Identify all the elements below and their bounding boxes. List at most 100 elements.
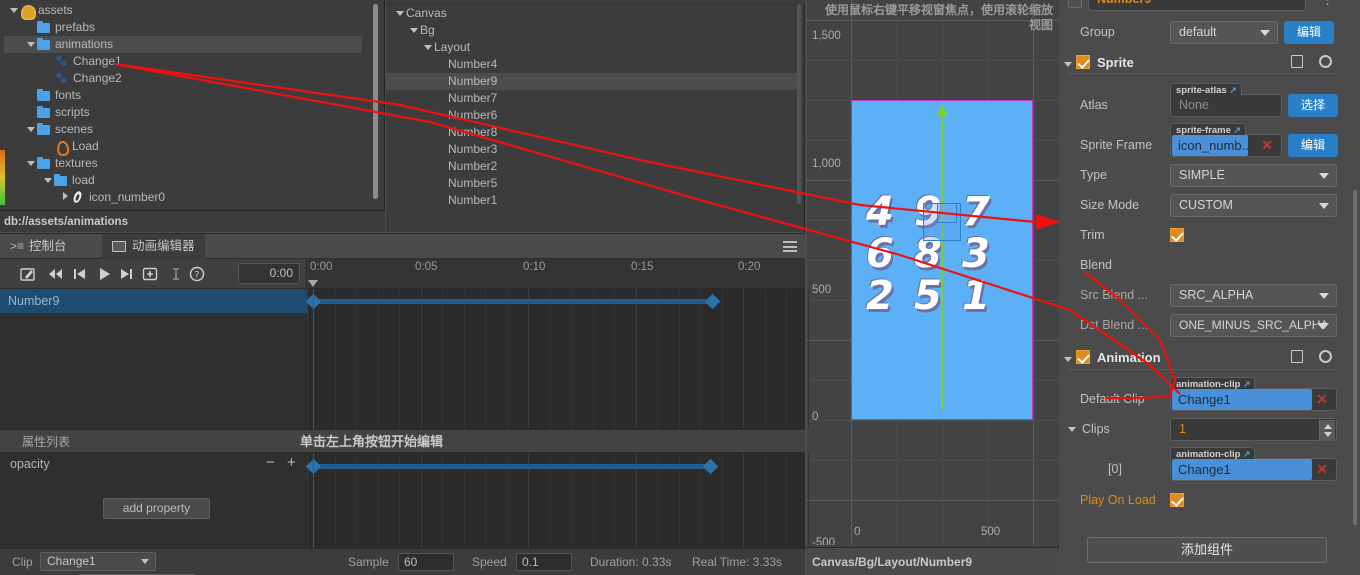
hierarchy-item-number9[interactable]: Number9 bbox=[386, 73, 800, 90]
keyframe-end[interactable] bbox=[704, 293, 721, 310]
prev-frame-icon[interactable] bbox=[71, 266, 87, 282]
clips-count-input[interactable]: 1 bbox=[1170, 417, 1337, 441]
sprite-section-header[interactable]: Sprite bbox=[1060, 51, 1345, 73]
animation-section-header[interactable]: Animation bbox=[1060, 346, 1345, 368]
atlas-drop-field[interactable]: sprite-atlas ↗ None bbox=[1170, 82, 1282, 117]
y-axis-gizmo[interactable] bbox=[941, 110, 943, 410]
chevron-right-icon[interactable] bbox=[59, 189, 71, 206]
src-blend-select[interactable]: SRC_ALPHA bbox=[1170, 283, 1337, 307]
timeline-track-area[interactable] bbox=[305, 289, 809, 429]
default-clip-value[interactable]: Change1 bbox=[1172, 388, 1312, 410]
panel-menu-icon[interactable] bbox=[783, 241, 797, 252]
asset-tree-item-assets[interactable]: assets bbox=[4, 2, 362, 20]
property-row-opacity[interactable]: opacity − + bbox=[0, 453, 307, 475]
speed-input[interactable]: 0.1 bbox=[516, 553, 572, 571]
hierarchy-item-number5[interactable]: Number5 bbox=[386, 175, 800, 192]
hierarchy-tree[interactable]: Canvas Bg Layout Number4 Number9 Number7 Numbe… bbox=[386, 5, 800, 220]
sprite-frame-drop-field[interactable]: sprite-frame ↗ icon_numb... ✕ bbox=[1170, 122, 1282, 157]
timeline-ruler[interactable]: 0:00 0:05 0:10 0:15 0:20 bbox=[308, 259, 805, 289]
animation-help-icon[interactable] bbox=[1291, 350, 1303, 363]
scene-view-panel[interactable]: 1,500 1,000 500 0 -500 0 500 497683251 使用鼠标右键平… bbox=[806, 0, 1059, 575]
scene-number-glyph[interactable]: 6 bbox=[866, 231, 894, 277]
clip0-clear-icon[interactable]: ✕ bbox=[1316, 459, 1328, 480]
asset-tree-item-prefabs[interactable]: prefabs bbox=[4, 19, 362, 36]
type-select[interactable]: SIMPLE bbox=[1170, 163, 1337, 187]
track-row-selected[interactable]: Number9 bbox=[0, 289, 307, 313]
clip-select[interactable]: Change1 bbox=[40, 552, 156, 571]
tab-animation-editor[interactable]: 动画编辑器 bbox=[102, 234, 205, 259]
asset-tree-item-icon_number0[interactable]: icon_number0 bbox=[4, 189, 362, 206]
playhead-handle[interactable] bbox=[308, 280, 318, 287]
chevron-down-icon[interactable] bbox=[394, 5, 406, 22]
hierarchy-item-number7[interactable]: Number7 bbox=[386, 90, 800, 107]
hierarchy-item-canvas[interactable]: Canvas bbox=[386, 5, 800, 22]
group-select[interactable]: default bbox=[1170, 20, 1278, 44]
atlas-select-button[interactable]: 选择 bbox=[1288, 93, 1338, 117]
animation-gear-icon[interactable] bbox=[1319, 350, 1332, 363]
scene-number-glyph[interactable]: 4 bbox=[866, 189, 894, 235]
track-bar[interactable] bbox=[314, 299, 714, 304]
assets-tree[interactable]: assets prefabs animations 🐾 Change1 🐾 Change2 f… bbox=[4, 2, 362, 207]
asset-tree-item-fonts[interactable]: fonts bbox=[4, 87, 362, 104]
clips-label-wrap[interactable]: Clips bbox=[1060, 422, 1170, 436]
asset-tree-item-textures[interactable]: textures bbox=[4, 155, 362, 172]
asset-tree-item-change2[interactable]: 🐾 Change2 bbox=[4, 70, 362, 87]
sprite-enabled-checkbox[interactable] bbox=[1076, 55, 1090, 69]
asset-tree-item-load[interactable]: Load bbox=[4, 138, 362, 155]
help-icon[interactable]: ? bbox=[189, 266, 205, 282]
asset-tree-item-animations[interactable]: animations bbox=[4, 36, 362, 53]
property-track-bar[interactable] bbox=[314, 464, 712, 469]
size-mode-select[interactable]: CUSTOM bbox=[1170, 193, 1337, 217]
sprite-frame-value[interactable]: icon_numb... bbox=[1172, 134, 1252, 156]
asset-tree-item-scripts[interactable]: scripts bbox=[4, 104, 362, 121]
add-component-button[interactable]: 添加组件 bbox=[1087, 537, 1327, 563]
assets-vertical-scrollbar[interactable] bbox=[373, 4, 378, 199]
scene-number-glyph[interactable]: 7 bbox=[962, 189, 990, 235]
hierarchy-item-number3[interactable]: Number3 bbox=[386, 141, 800, 158]
sprite-gear-icon[interactable] bbox=[1319, 55, 1332, 68]
scene-number-glyph[interactable]: 1 bbox=[962, 273, 990, 319]
animation-collapse-icon[interactable] bbox=[1060, 350, 1076, 365]
scene-number-glyph[interactable]: 2 bbox=[866, 273, 894, 319]
inspector-vertical-scrollbar[interactable] bbox=[1353, 190, 1357, 525]
clip0-drop-field[interactable]: animation-clip ↗ Change1 ✕ bbox=[1170, 446, 1337, 481]
add-keyframe-icon[interactable]: + bbox=[287, 454, 296, 471]
skip-to-start-icon[interactable] bbox=[47, 266, 63, 282]
current-time-display[interactable]: 0:00 bbox=[238, 263, 300, 284]
sample-input[interactable]: 60 bbox=[398, 553, 454, 571]
scene-number-glyph[interactable]: 3 bbox=[962, 231, 990, 277]
property-keyframe-end[interactable] bbox=[702, 458, 719, 475]
chevron-down-icon[interactable] bbox=[408, 22, 420, 39]
chevron-down-icon[interactable] bbox=[422, 39, 434, 56]
hierarchy-item-number2[interactable]: Number2 bbox=[386, 158, 800, 175]
play-on-load-checkbox[interactable] bbox=[1170, 493, 1184, 507]
next-frame-icon[interactable] bbox=[119, 266, 135, 282]
chevron-down-icon[interactable] bbox=[42, 172, 54, 189]
asset-tree-item-scenes[interactable]: scenes bbox=[4, 121, 362, 138]
tab-console[interactable]: >≡ 控制台 bbox=[0, 234, 77, 259]
chevron-down-icon[interactable] bbox=[25, 36, 37, 53]
animation-enabled-checkbox[interactable] bbox=[1076, 350, 1090, 364]
hierarchy-vertical-scrollbar[interactable] bbox=[797, 4, 801, 204]
node-name-input[interactable]: Number9 bbox=[1088, 0, 1306, 11]
insert-cursor-icon[interactable] bbox=[168, 266, 184, 282]
add-property-button[interactable]: add property bbox=[103, 498, 210, 519]
asset-tree-item-change1[interactable]: 🐾 Change1 bbox=[4, 53, 362, 70]
hierarchy-item-number1[interactable]: Number1 bbox=[386, 192, 800, 209]
default-clip-clear-icon[interactable]: ✕ bbox=[1316, 389, 1328, 410]
y-axis-gizmo-arrow[interactable] bbox=[936, 105, 948, 116]
sprite-frame-edit-button[interactable]: 编辑 bbox=[1288, 133, 1338, 157]
hierarchy-item-layout[interactable]: Layout bbox=[386, 39, 800, 56]
property-timeline-area[interactable] bbox=[305, 453, 809, 548]
chevron-down-icon[interactable] bbox=[8, 2, 20, 19]
hierarchy-item-bg[interactable]: Bg bbox=[386, 22, 800, 39]
chevron-down-icon[interactable] bbox=[25, 121, 37, 138]
hierarchy-item-number8[interactable]: Number8 bbox=[386, 124, 800, 141]
chevron-down-icon[interactable] bbox=[25, 155, 37, 172]
clip0-value[interactable]: Change1 bbox=[1172, 458, 1312, 480]
add-keyframe-icon[interactable] bbox=[142, 266, 158, 282]
edit-icon[interactable] bbox=[20, 266, 36, 282]
play-icon[interactable] bbox=[96, 266, 112, 282]
sprite-frame-clear-icon[interactable]: ✕ bbox=[1261, 135, 1273, 156]
selection-handle[interactable] bbox=[937, 203, 957, 223]
